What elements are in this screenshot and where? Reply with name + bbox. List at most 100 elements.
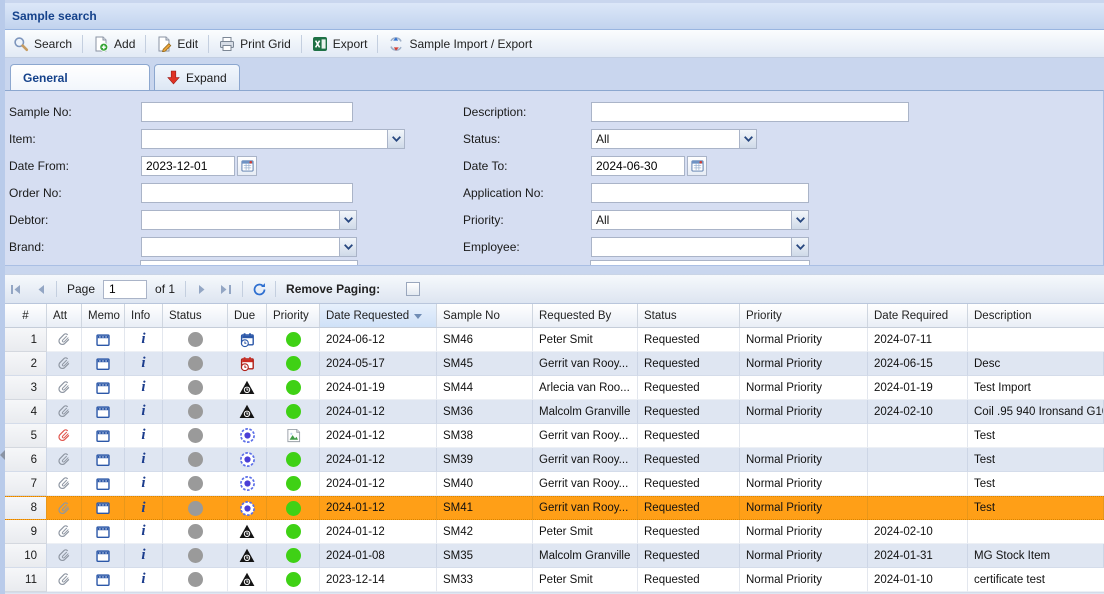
column-header-info[interactable]: Info — [125, 304, 163, 327]
date_to-input[interactable] — [591, 156, 685, 176]
grid-row-SM45[interactable]: 2i2024-05-17SM45Gerrit van Rooy...Reques… — [5, 352, 1104, 376]
info-icon[interactable]: i — [125, 520, 163, 544]
info-icon[interactable]: i — [125, 376, 163, 400]
grid-row-SM33[interactable]: 11i2023-12-14SM33Peter SmitRequestedNorm… — [5, 568, 1104, 592]
attachment-paperclip-icon[interactable] — [47, 568, 82, 592]
toolbar-sample_import_export-button[interactable]: Sample Import / Export — [381, 33, 539, 55]
memo-icon[interactable] — [82, 544, 125, 568]
memo-icon[interactable] — [82, 568, 125, 592]
grid-row-SM35[interactable]: 10i2024-01-08SM35Malcolm GranvilleReques… — [5, 544, 1104, 568]
column-header-date-required[interactable]: Date Required — [868, 304, 968, 327]
attachment-paperclip-icon[interactable] — [47, 400, 82, 424]
next-page-button[interactable] — [192, 279, 212, 299]
memo-icon[interactable] — [82, 472, 125, 496]
column-header-priority[interactable]: Priority — [267, 304, 320, 327]
attachment-paperclip-icon[interactable] — [47, 328, 82, 352]
grid-row-SM39[interactable]: 6i2024-01-12SM39Gerrit van Rooy...Reques… — [5, 448, 1104, 472]
column-header-sample-no[interactable]: Sample No — [437, 304, 533, 327]
date_from-input[interactable] — [141, 156, 235, 176]
column-header-status[interactable]: Status — [638, 304, 740, 327]
info-icon[interactable]: i — [125, 568, 163, 592]
toolbar-export-label: Export — [333, 37, 368, 51]
grid-row-SM44[interactable]: 3i2024-01-19SM44Arlecia van Roo...Reques… — [5, 376, 1104, 400]
memo-icon[interactable] — [82, 400, 125, 424]
calendar-icon[interactable] — [687, 156, 707, 176]
attachment-paperclip-icon[interactable] — [47, 497, 82, 519]
column-header-att[interactable]: Att — [47, 304, 82, 327]
info-icon[interactable]: i — [125, 328, 163, 352]
grid-row-SM46[interactable]: 1i2024-06-12SM46Peter SmitRequestedNorma… — [5, 328, 1104, 352]
column-header-[interactable]: # — [5, 304, 47, 327]
attachment-paperclip-icon[interactable] — [47, 472, 82, 496]
memo-icon[interactable] — [82, 352, 125, 376]
info-icon[interactable]: i — [125, 472, 163, 496]
status-combo[interactable]: All — [591, 129, 757, 149]
order_no-input[interactable] — [141, 183, 353, 203]
chevron-down-icon[interactable] — [339, 210, 357, 230]
attachment-paperclip-icon[interactable] — [47, 448, 82, 472]
info-icon[interactable]: i — [125, 424, 163, 448]
description-input[interactable] — [591, 102, 909, 122]
toolbar-print_grid-button[interactable]: Print Grid — [212, 33, 298, 55]
order_no-label: Order No: — [9, 186, 141, 200]
brand-combo[interactable] — [141, 237, 357, 257]
memo-icon[interactable] — [82, 376, 125, 400]
toolbar-edit-button[interactable]: Edit — [149, 33, 205, 55]
chevron-down-icon[interactable] — [791, 210, 809, 230]
chevron-down-icon[interactable] — [791, 237, 809, 257]
previous-page-button[interactable] — [30, 279, 50, 299]
chevron-down-icon[interactable] — [339, 237, 357, 257]
calendar-icon[interactable] — [237, 156, 257, 176]
tab-expand[interactable]: Expand — [154, 64, 240, 90]
cell-description: Desc — [968, 352, 1104, 376]
memo-icon[interactable] — [82, 520, 125, 544]
info-icon[interactable]: i — [125, 448, 163, 472]
toolbar-search-button[interactable]: Search — [6, 33, 79, 55]
priority-combo[interactable]: All — [591, 210, 809, 230]
attachment-paperclip-icon[interactable] — [47, 520, 82, 544]
attachment-paperclip-icon[interactable] — [47, 352, 82, 376]
sample_no-input[interactable] — [141, 102, 353, 122]
item-combo[interactable] — [141, 129, 405, 149]
first-page-button[interactable] — [6, 279, 26, 299]
info-icon[interactable]: i — [125, 497, 163, 519]
memo-icon[interactable] — [82, 497, 125, 519]
chevron-down-icon[interactable] — [739, 129, 757, 149]
application_no-input[interactable] — [591, 183, 809, 203]
toolbar-add-button[interactable]: Add — [86, 33, 142, 55]
chevron-down-icon[interactable] — [387, 129, 405, 149]
memo-icon[interactable] — [82, 448, 125, 472]
column-header-status[interactable]: Status — [163, 304, 228, 327]
info-icon[interactable]: i — [125, 352, 163, 376]
last-page-button[interactable] — [216, 279, 236, 299]
page-number-input[interactable] — [103, 280, 147, 299]
attachment-paperclip-icon[interactable] — [47, 376, 82, 400]
cell-requested-by: Malcolm Granville — [533, 544, 638, 568]
debtor-combo[interactable] — [141, 210, 357, 230]
grid-row-SM36[interactable]: 4i2024-01-12SM36Malcolm GranvilleRequest… — [5, 400, 1104, 424]
attachment-paperclip-icon[interactable] — [47, 544, 82, 568]
toolbar-export-button[interactable]: Export — [305, 33, 375, 55]
memo-icon[interactable] — [82, 424, 125, 448]
memo-icon[interactable] — [82, 328, 125, 352]
region-collapse-handle[interactable] — [0, 450, 5, 460]
column-header-due[interactable]: Due — [228, 304, 267, 327]
status-indicator-icon — [163, 497, 228, 519]
column-header-date-requested[interactable]: Date Requested — [320, 304, 437, 327]
info-icon[interactable]: i — [125, 400, 163, 424]
column-header-priority[interactable]: Priority — [740, 304, 868, 327]
cell-sample-no: SM40 — [437, 472, 533, 496]
column-header-description[interactable]: Description — [968, 304, 1104, 327]
grid-row-SM38[interactable]: 5i2024-01-12SM38Gerrit van Rooy...Reques… — [5, 424, 1104, 448]
employee-combo[interactable] — [591, 237, 809, 257]
grid-row-SM42[interactable]: 9i2024-01-12SM42Peter SmitRequestedNorma… — [5, 520, 1104, 544]
refresh-icon[interactable] — [249, 279, 269, 299]
column-header-requested-by[interactable]: Requested By — [533, 304, 638, 327]
attachment-paperclip-icon[interactable] — [47, 424, 82, 448]
grid-row-SM40[interactable]: 7i2024-01-12SM40Gerrit van Rooy...Reques… — [5, 472, 1104, 496]
column-header-memo[interactable]: Memo — [82, 304, 125, 327]
remove-paging-checkbox[interactable] — [406, 282, 420, 296]
grid-row-SM41[interactable]: 8i2024-01-12SM41Gerrit van Rooy...Reques… — [5, 496, 1104, 520]
tab-general[interactable]: General — [10, 64, 150, 90]
info-icon[interactable]: i — [125, 544, 163, 568]
